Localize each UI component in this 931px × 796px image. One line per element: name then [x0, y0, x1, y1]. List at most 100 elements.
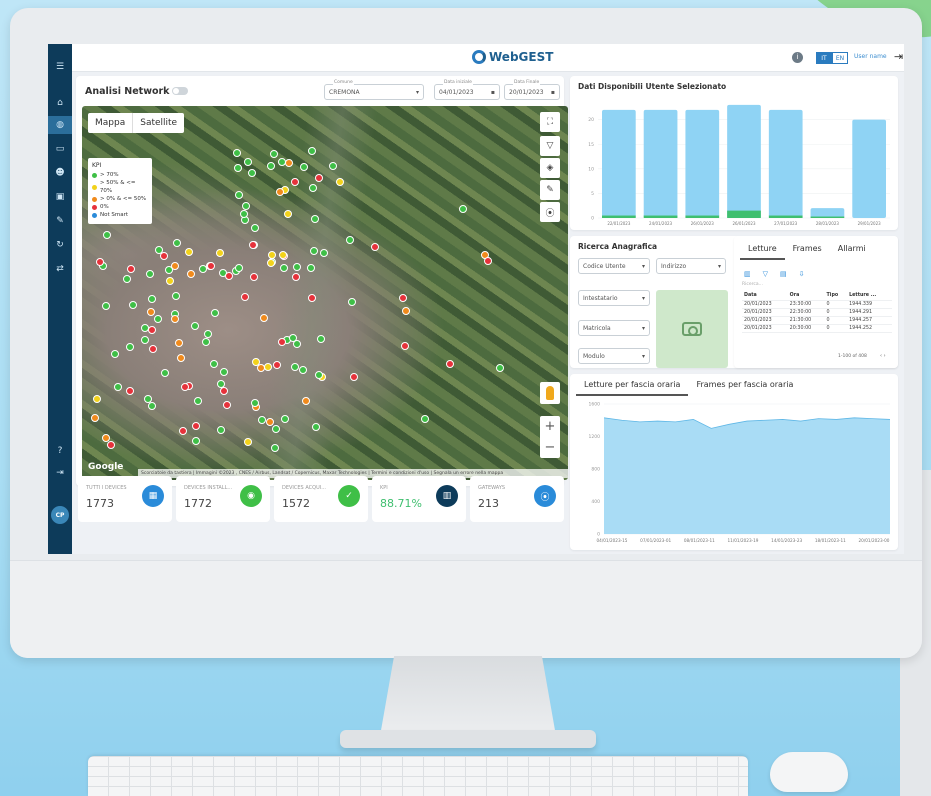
- sync-icon[interactable]: ↻: [48, 236, 72, 254]
- menu-toggle-icon[interactable]: ☰: [48, 58, 72, 76]
- table-row[interactable]: 20/01/2023 23:30:00 0 1944.339: [742, 300, 892, 309]
- map-pin-marker[interactable]: [483, 257, 492, 266]
- map-pin-marker[interactable]: [141, 336, 150, 345]
- map-pin-marker[interactable]: [259, 313, 268, 322]
- monitor-icon[interactable]: ▭: [48, 140, 72, 158]
- map-pin-marker[interactable]: [171, 292, 180, 301]
- logout-icon[interactable]: ⇥: [894, 50, 903, 63]
- map-pin-marker[interactable]: [127, 264, 136, 273]
- map-pin-marker[interactable]: [174, 339, 183, 348]
- map-pin-marker[interactable]: [283, 210, 292, 219]
- map-pin-marker[interactable]: [257, 416, 266, 425]
- fullscreen-icon[interactable]: ⛶: [540, 112, 560, 132]
- map-pin-marker[interactable]: [176, 353, 185, 362]
- lang-en-button[interactable]: EN: [832, 52, 848, 64]
- map-pin-marker[interactable]: [399, 294, 408, 303]
- user-name[interactable]: User name: [854, 53, 887, 60]
- map-pin-marker[interactable]: [202, 337, 211, 346]
- map-pin-marker[interactable]: [277, 338, 286, 347]
- wrench-icon[interactable]: ✎: [48, 212, 72, 230]
- map-pin-marker[interactable]: [281, 414, 290, 423]
- home-icon[interactable]: ⌂: [48, 94, 72, 112]
- antenna-map-icon[interactable]: ⦿: [540, 202, 560, 222]
- map-pin-marker[interactable]: [273, 360, 282, 369]
- tab-allarmi[interactable]: Allarmi: [830, 242, 874, 260]
- map-pin-marker[interactable]: [223, 400, 232, 409]
- map-pin-marker[interactable]: [284, 158, 293, 167]
- map-pin-marker[interactable]: [370, 243, 379, 252]
- map-pin-marker[interactable]: [288, 334, 297, 343]
- map-pin-marker[interactable]: [242, 202, 251, 211]
- photo-upload[interactable]: [656, 290, 728, 368]
- paint-bucket-icon[interactable]: ◈: [540, 158, 560, 178]
- map-pin-marker[interactable]: [235, 264, 243, 273]
- pencil-icon[interactable]: ✎: [540, 180, 560, 200]
- map-pin-marker[interactable]: [220, 368, 229, 377]
- zoom-out-button[interactable]: −: [545, 437, 556, 458]
- table-row[interactable]: 20/01/2023 20:30:00 0 1944.252: [742, 324, 892, 333]
- map-pin-marker[interactable]: [125, 387, 134, 396]
- map-pin-marker[interactable]: [345, 236, 354, 245]
- map-pin-marker[interactable]: [210, 359, 219, 368]
- map-pin-marker[interactable]: [276, 187, 285, 196]
- map-pin-marker[interactable]: [244, 438, 253, 447]
- map-type-map-button[interactable]: Mappa: [88, 113, 134, 133]
- map-pin-marker[interactable]: [154, 315, 163, 323]
- map-type-satellite-button[interactable]: Satellite: [133, 113, 184, 133]
- info-icon[interactable]: i: [792, 52, 803, 63]
- map[interactable]: Mappa Satellite KPI > 70% > 50% & <= 70%…: [82, 106, 568, 480]
- map-pin-marker[interactable]: [233, 164, 242, 173]
- map-pin-marker[interactable]: [211, 308, 220, 317]
- density-icon[interactable]: ▤: [780, 270, 787, 278]
- map-pin-marker[interactable]: [101, 301, 110, 310]
- map-pin-marker[interactable]: [161, 369, 170, 378]
- map-pin-marker[interactable]: [307, 146, 316, 155]
- zoom-in-button[interactable]: +: [545, 416, 556, 437]
- map-pin-marker[interactable]: [292, 262, 301, 271]
- column-header[interactable]: Ora: [787, 292, 825, 301]
- map-pin-marker[interactable]: [279, 263, 288, 272]
- map-pin-marker[interactable]: [267, 259, 276, 268]
- map-pin-marker[interactable]: [278, 251, 287, 260]
- calendar-icon[interactable]: ▣: [48, 188, 72, 206]
- map-pin-marker[interactable]: [349, 373, 358, 382]
- map-pin-marker[interactable]: [232, 148, 241, 157]
- help-icon[interactable]: ?: [48, 442, 72, 460]
- map-pin-marker[interactable]: [147, 402, 156, 411]
- table-search-input[interactable]: Ricerca...: [742, 282, 763, 287]
- codice-utente-select[interactable]: Codice Utente ▾: [578, 258, 650, 274]
- avatar[interactable]: CP: [51, 506, 69, 524]
- column-header[interactable]: Data: [742, 292, 788, 301]
- map-pin-marker[interactable]: [400, 341, 409, 350]
- map-pin-marker[interactable]: [219, 387, 228, 396]
- map-pin-marker[interactable]: [147, 294, 156, 303]
- map-pin-marker[interactable]: [204, 329, 213, 338]
- map-pin-marker[interactable]: [315, 370, 324, 379]
- map-pin-marker[interactable]: [194, 397, 203, 406]
- map-pin-marker[interactable]: [110, 349, 119, 358]
- map-pin-marker[interactable]: [170, 315, 179, 324]
- map-pin-marker[interactable]: [446, 360, 455, 369]
- network-toggle[interactable]: [172, 87, 188, 95]
- table-row[interactable]: 20/01/2023 21:30:00 0 1944.257: [742, 316, 892, 325]
- transfer-icon[interactable]: ⇄: [48, 260, 72, 278]
- map-pin-marker[interactable]: [241, 292, 250, 301]
- map-pin-marker[interactable]: [251, 357, 260, 366]
- street-view-pegman-icon[interactable]: [540, 382, 560, 404]
- map-pin-marker[interactable]: [149, 345, 158, 354]
- map-pin-marker[interactable]: [224, 272, 233, 281]
- map-pin-marker[interactable]: [243, 158, 252, 167]
- map-pin-marker[interactable]: [266, 161, 275, 170]
- map-pin-marker[interactable]: [178, 427, 187, 436]
- map-pin-marker[interactable]: [248, 169, 257, 178]
- map-pin-marker[interactable]: [180, 383, 189, 392]
- map-pin-marker[interactable]: [128, 301, 137, 310]
- map-pin-marker[interactable]: [316, 335, 325, 344]
- map-pin-marker[interactable]: [234, 191, 243, 200]
- map-pin-marker[interactable]: [329, 161, 338, 170]
- map-pin-marker[interactable]: [291, 272, 300, 281]
- map-pin-marker[interactable]: [185, 247, 194, 256]
- globe-icon[interactable]: ◍: [48, 116, 72, 134]
- intestatario-select[interactable]: Intestatario ▾: [578, 290, 650, 306]
- map-pin-marker[interactable]: [402, 307, 411, 316]
